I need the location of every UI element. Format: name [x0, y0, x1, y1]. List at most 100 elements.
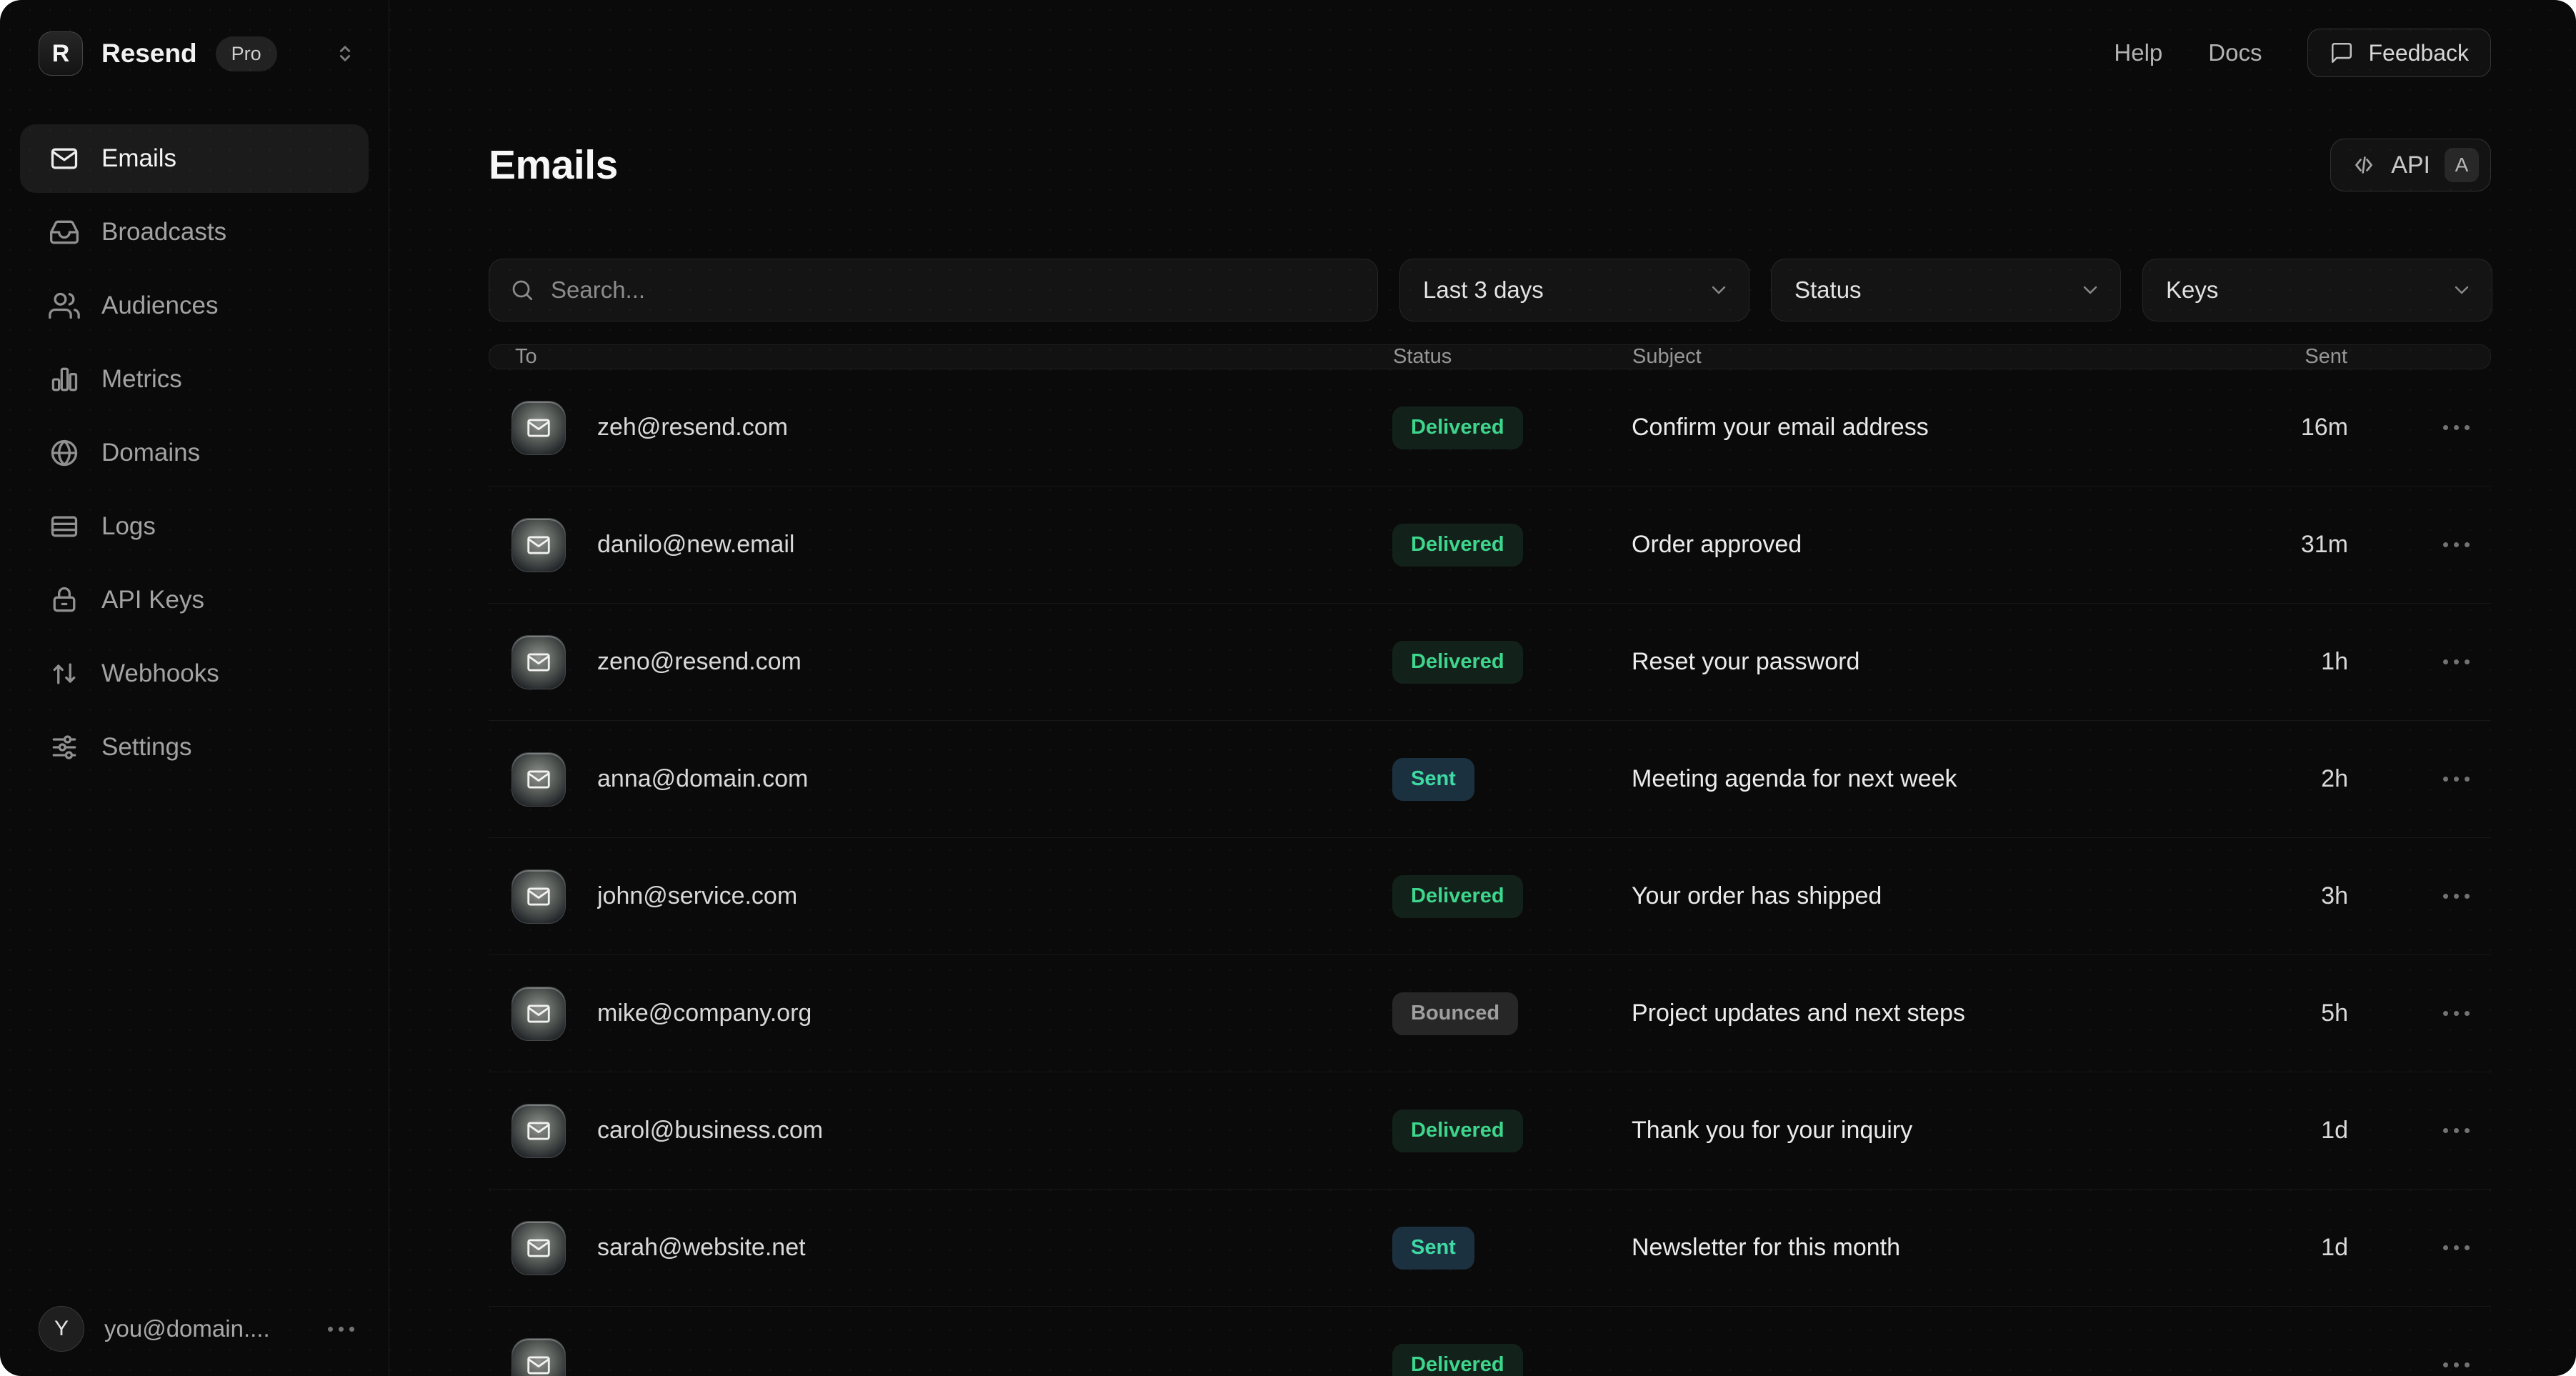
- row-menu-button[interactable]: [2439, 1007, 2474, 1020]
- status-badge: Delivered: [1392, 407, 1523, 449]
- email-subject: Confirm your email address: [1632, 414, 2234, 442]
- sidebar-item-metrics[interactable]: Metrics: [20, 345, 369, 414]
- code-icon: [2351, 152, 2377, 178]
- sent-time: 1h: [2321, 648, 2348, 676]
- status-badge: Delivered: [1392, 1344, 1523, 1376]
- row-menu-button[interactable]: [2439, 889, 2474, 903]
- email-avatar: [511, 1338, 566, 1376]
- broadcast-icon: [49, 216, 80, 248]
- table-row[interactable]: mike@company.org Bounced Project updates…: [489, 955, 2491, 1072]
- topbar: Help Docs Feedback: [489, 29, 2491, 77]
- chevron-down-icon: [2079, 279, 2102, 301]
- main-content: Help Docs Feedback Emails API A Last 3 d…: [389, 0, 2576, 1376]
- sent-time: 2h: [2321, 765, 2348, 793]
- search-input[interactable]: [551, 276, 1357, 304]
- search-icon: [509, 277, 535, 303]
- user-account[interactable]: Y you@domain....: [20, 1306, 369, 1352]
- envelope-icon: [49, 143, 80, 174]
- workspace-switcher[interactable]: R Resend Pro: [20, 31, 369, 76]
- filter-dropdown-keys[interactable]: Keys: [2142, 259, 2492, 321]
- recipient-email: zeno@resend.com: [597, 648, 802, 676]
- globe-icon: [49, 437, 80, 469]
- column-header-sent: Sent: [2305, 345, 2347, 369]
- status-badge: Delivered: [1392, 875, 1523, 918]
- filters-bar: Last 3 days Status Keys: [489, 259, 2491, 321]
- status-badge: Bounced: [1392, 992, 1518, 1035]
- feedback-button[interactable]: Feedback: [2307, 29, 2491, 77]
- settings-icon: [49, 732, 80, 763]
- email-subject: Thank you for your inquiry: [1632, 1117, 2234, 1145]
- chevron-down-icon: [1707, 279, 1730, 301]
- row-menu-button[interactable]: [2439, 538, 2474, 552]
- sidebar-item-domains[interactable]: Domains: [20, 419, 369, 487]
- email-table-body: zeh@resend.com Delivered Confirm your em…: [489, 369, 2491, 1376]
- table-row[interactable]: danilo@new.email Delivered Order approve…: [489, 487, 2491, 604]
- app-window: R Resend Pro Emails Broadcasts Audiences…: [0, 0, 2576, 1376]
- sidebar-item-audiences[interactable]: Audiences: [20, 271, 369, 340]
- table-row[interactable]: john@service.com Delivered Your order ha…: [489, 838, 2491, 955]
- recipient-email: sarah@website.net: [597, 1234, 806, 1262]
- row-menu-button[interactable]: [2439, 1124, 2474, 1137]
- filter-dropdowns: Last 3 days Status Keys: [1399, 259, 2492, 321]
- table-row[interactable]: zeno@resend.com Delivered Reset your pas…: [489, 604, 2491, 721]
- filter-dropdown-last-3-days[interactable]: Last 3 days: [1399, 259, 1749, 321]
- table-row[interactable]: sarah@website.net Sent Newsletter for th…: [489, 1190, 2491, 1307]
- sidebar-item-settings[interactable]: Settings: [20, 713, 369, 782]
- logs-icon: [49, 511, 80, 542]
- help-link[interactable]: Help: [2114, 39, 2162, 66]
- row-menu-button[interactable]: [2439, 772, 2474, 786]
- table-row[interactable]: Delivered: [489, 1307, 2491, 1376]
- column-header-subject: Subject: [1632, 345, 2233, 369]
- table-row[interactable]: zeh@resend.com Delivered Confirm your em…: [489, 369, 2491, 487]
- email-avatar: [511, 869, 566, 924]
- docs-link[interactable]: Docs: [2208, 39, 2262, 66]
- keyboard-shortcut-badge: A: [2445, 148, 2479, 182]
- table-header: To Status Subject Sent: [489, 344, 2491, 369]
- recipient-email: danilo@new.email: [597, 531, 794, 559]
- audiences-icon: [49, 290, 80, 321]
- sidebar-item-broadcasts[interactable]: Broadcasts: [20, 198, 369, 266]
- user-menu-button[interactable]: [324, 1322, 359, 1336]
- row-menu-button[interactable]: [2439, 1241, 2474, 1255]
- status-badge: Delivered: [1392, 524, 1523, 567]
- email-avatar: [511, 1221, 566, 1275]
- recipient-email: zeh@resend.com: [597, 414, 788, 442]
- envelope-icon: [525, 532, 552, 559]
- sidebar-item-api-keys[interactable]: API Keys: [20, 566, 369, 634]
- webhooks-icon: [49, 658, 80, 689]
- row-menu-button[interactable]: [2439, 421, 2474, 434]
- sent-time: 1d: [2321, 1117, 2348, 1145]
- api-button[interactable]: API A: [2330, 139, 2491, 191]
- sidebar: R Resend Pro Emails Broadcasts Audiences…: [0, 0, 389, 1376]
- envelope-icon: [525, 1117, 552, 1145]
- column-header-to: To: [512, 345, 1393, 369]
- email-subject: Newsletter for this month: [1632, 1234, 2234, 1262]
- search-box: [489, 259, 1378, 321]
- sidebar-item-emails[interactable]: Emails: [20, 124, 369, 193]
- workspace-name: Resend: [101, 39, 197, 69]
- email-avatar: [511, 987, 566, 1041]
- envelope-icon: [525, 766, 552, 793]
- metrics-icon: [49, 364, 80, 395]
- sidebar-item-webhooks[interactable]: Webhooks: [20, 639, 369, 708]
- sent-time: 3h: [2321, 882, 2348, 910]
- row-menu-button[interactable]: [2439, 655, 2474, 669]
- email-subject: Your order has shipped: [1632, 882, 2234, 910]
- resend-logo: R: [39, 31, 83, 76]
- email-avatar: [511, 518, 566, 572]
- table-row[interactable]: anna@domain.com Sent Meeting agenda for …: [489, 721, 2491, 838]
- recipient-email: john@service.com: [597, 882, 797, 910]
- sidebar-nav: Emails Broadcasts Audiences Metrics Doma…: [20, 124, 369, 782]
- filter-dropdown-status[interactable]: Status: [1771, 259, 2121, 321]
- chevron-updown-icon: [333, 41, 357, 66]
- email-avatar: [511, 401, 566, 455]
- envelope-icon: [525, 883, 552, 910]
- sent-time: 31m: [2301, 531, 2348, 559]
- row-menu-button[interactable]: [2439, 1358, 2474, 1372]
- chevron-down-icon: [2450, 279, 2473, 301]
- sidebar-item-logs[interactable]: Logs: [20, 492, 369, 561]
- table-row[interactable]: carol@business.com Delivered Thank you f…: [489, 1072, 2491, 1190]
- envelope-icon: [525, 1235, 552, 1262]
- status-badge: Delivered: [1392, 1110, 1523, 1152]
- sent-time: 5h: [2321, 999, 2348, 1027]
